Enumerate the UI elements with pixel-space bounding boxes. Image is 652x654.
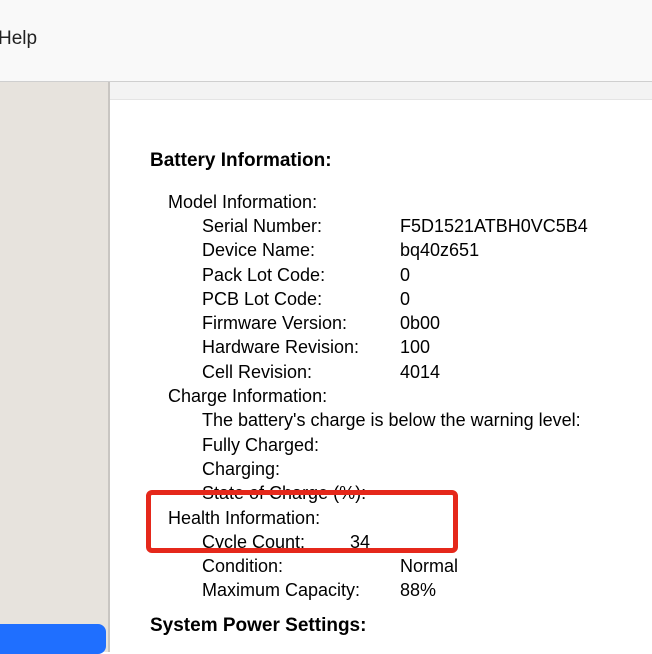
condition-value: Normal [400, 554, 458, 578]
health-info-heading: Health Information: [168, 506, 652, 530]
serial-number-value: F5D1521ATBH0VC5B4 [400, 214, 588, 238]
condition-label: Condition: [202, 554, 400, 578]
firmware-value: 0b00 [400, 311, 440, 335]
content-pane[interactable]: Battery Information: Model Information: … [110, 100, 652, 652]
max-capacity-value: 88% [400, 578, 436, 602]
content-area: Battery Information: Model Information: … [110, 82, 652, 652]
condition-row: Condition: Normal [202, 554, 652, 578]
cell-rev-value: 4014 [400, 360, 440, 384]
firmware-label: Firmware Version: [202, 311, 400, 335]
pcb-lot-row: PCB Lot Code: 0 [202, 287, 652, 311]
state-of-charge-label: State of Charge (%): [202, 481, 652, 505]
cycle-count-label: Cycle Count: [202, 530, 350, 554]
charge-warning-note: The battery's charge is below the warnin… [202, 408, 652, 432]
hw-rev-row: Hardware Revision: 100 [202, 335, 652, 359]
pcb-lot-value: 0 [400, 287, 410, 311]
sidebar: s [0, 82, 110, 652]
fully-charged-label: Fully Charged: [202, 433, 652, 457]
cycle-count-row: Cycle Count: 34 [202, 530, 652, 554]
max-capacity-row: Maximum Capacity: 88% [202, 578, 652, 602]
serial-number-row: Serial Number: F5D1521ATBH0VC5B4 [202, 214, 652, 238]
serial-number-label: Serial Number: [202, 214, 400, 238]
hw-rev-value: 100 [400, 335, 430, 359]
device-name-label: Device Name: [202, 238, 400, 262]
battery-info-heading: Battery Information: [150, 148, 652, 174]
device-name-value: bq40z651 [400, 238, 479, 262]
cell-rev-row: Cell Revision: 4014 [202, 360, 652, 384]
charge-info-heading: Charge Information: [168, 384, 652, 408]
model-info-heading: Model Information: [168, 190, 652, 214]
pack-lot-value: 0 [400, 263, 410, 287]
cycle-count-value: 34 [350, 530, 370, 554]
menu-bar: Help [0, 0, 652, 82]
pack-lot-row: Pack Lot Code: 0 [202, 263, 652, 287]
content-bar [110, 82, 652, 100]
max-capacity-label: Maximum Capacity: [202, 578, 400, 602]
cell-rev-label: Cell Revision: [202, 360, 400, 384]
hw-rev-label: Hardware Revision: [202, 335, 400, 359]
sidebar-item-selected[interactable] [0, 624, 106, 654]
menu-help[interactable]: Help [0, 0, 37, 52]
window-body: s Battery Information: Model Information… [0, 82, 652, 652]
system-power-settings-heading: System Power Settings: [150, 613, 652, 639]
charging-label: Charging: [202, 457, 652, 481]
device-name-row: Device Name: bq40z651 [202, 238, 652, 262]
firmware-row: Firmware Version: 0b00 [202, 311, 652, 335]
pack-lot-label: Pack Lot Code: [202, 263, 400, 287]
pcb-lot-label: PCB Lot Code: [202, 287, 400, 311]
